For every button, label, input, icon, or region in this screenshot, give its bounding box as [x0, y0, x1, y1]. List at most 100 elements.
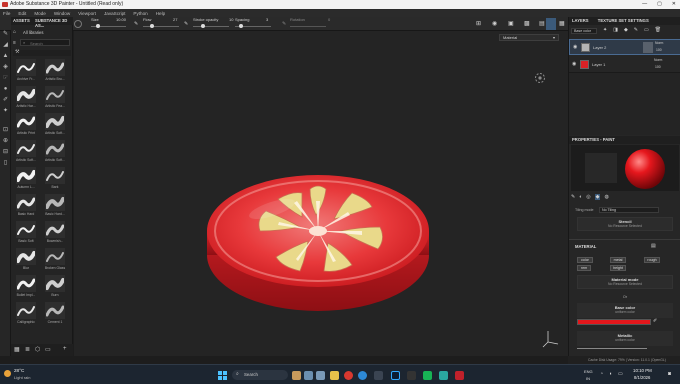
- layer-row-2[interactable]: ◉ Layer 2 Norm 100: [569, 39, 680, 55]
- file-explorer-icon[interactable]: [316, 371, 325, 380]
- stroke-opacity-value[interactable]: 10: [229, 17, 233, 22]
- brush-item[interactable]: Bowmish...: [43, 221, 67, 245]
- add-paint-layer-icon[interactable]: ✎: [634, 27, 638, 33]
- view-mode-icon[interactable]: ▤: [539, 20, 545, 27]
- size-value[interactable]: 10.00: [116, 17, 126, 22]
- visibility-eye-icon[interactable]: ◉: [572, 61, 576, 67]
- rotation-slider[interactable]: [290, 26, 326, 27]
- brush-pen-icon[interactable]: ✎: [134, 21, 138, 27]
- start-windows-icon[interactable]: [218, 371, 227, 380]
- menu-file[interactable]: File: [3, 11, 10, 16]
- size-slider-handle[interactable]: [96, 24, 100, 28]
- camera-icon[interactable]: ◉: [492, 20, 497, 27]
- display-select[interactable]: Material ▾: [499, 34, 559, 41]
- clone-icon[interactable]: ●: [2, 86, 9, 93]
- task-view-icon[interactable]: [304, 371, 313, 380]
- add-icon[interactable]: +: [63, 346, 67, 352]
- symmetry-icon[interactable]: ⊞: [476, 20, 481, 27]
- brush-item[interactable]: Calligraphic: [14, 302, 38, 326]
- battery-icon[interactable]: ▭: [618, 371, 623, 377]
- brush-item[interactable]: Artistic Print: [14, 113, 38, 137]
- paint-mode-button[interactable]: [546, 18, 556, 30]
- region-indicator[interactable]: IN: [586, 376, 590, 381]
- brush-item[interactable]: Autumn L...: [14, 167, 38, 191]
- brush-item[interactable]: Artistic Soft...: [14, 140, 38, 164]
- lazy-mouse-icon[interactable]: ✎: [282, 21, 286, 27]
- folder-app-icon[interactable]: [330, 371, 339, 380]
- taskbar-search[interactable]: ⌕ Search: [232, 370, 288, 380]
- brush-item[interactable]: Basic Hard...: [43, 194, 67, 218]
- brush-item[interactable]: Artistic Har...: [14, 86, 38, 110]
- eraser-icon[interactable]: ◢: [2, 42, 9, 49]
- flow-value[interactable]: 27: [173, 17, 177, 22]
- substance-painter-icon[interactable]: [455, 371, 464, 380]
- export-icon[interactable]: ⊟: [2, 149, 9, 156]
- clock-time[interactable]: 10:10 PM: [633, 368, 652, 373]
- brush-item[interactable]: Burn: [43, 275, 67, 299]
- volume-icon[interactable]: ◖: [609, 371, 612, 377]
- brush-item[interactable]: Bark: [43, 167, 67, 191]
- widget-icon[interactable]: [292, 371, 301, 380]
- base-color-swatch[interactable]: [577, 319, 651, 325]
- app-icon-2[interactable]: [439, 371, 448, 380]
- flow-slider-handle[interactable]: [150, 24, 154, 28]
- flow-slider[interactable]: [143, 26, 179, 27]
- layer-name[interactable]: Layer 2: [593, 45, 606, 50]
- material-options-icon[interactable]: ▤: [651, 243, 656, 249]
- brush-item[interactable]: Artistic Fea...: [43, 86, 67, 110]
- weather-desc[interactable]: Light rain: [14, 375, 30, 380]
- menu-window[interactable]: Window: [54, 11, 70, 16]
- render-icon[interactable]: ▩: [524, 20, 530, 27]
- weather-temp[interactable]: 28°C: [14, 368, 24, 373]
- tab-texture-set-settings[interactable]: TEXTURE SET SETTINGS: [598, 18, 649, 23]
- substance-assets-tab[interactable]: SUBSTANCE 3D AS...: [35, 18, 72, 28]
- brush-item[interactable]: Artistic Bru...: [43, 59, 67, 83]
- stroke-opacity-slider-handle[interactable]: [201, 24, 205, 28]
- stroke-opacity-slider[interactable]: [193, 26, 229, 27]
- brush-item[interactable]: Archive Fr...: [14, 59, 38, 83]
- layer-opacity[interactable]: 100: [656, 48, 662, 52]
- viewport-3d[interactable]: Material ▾: [74, 31, 568, 356]
- delete-layer-icon[interactable]: 🗑: [655, 27, 661, 33]
- eyedropper-icon[interactable]: ✐: [653, 318, 657, 324]
- bake-icon[interactable]: ⊕: [2, 138, 9, 145]
- photoshop-icon[interactable]: [391, 371, 400, 380]
- menu-edit[interactable]: Edit: [18, 11, 26, 16]
- brush-tab-icon[interactable]: ✎: [571, 194, 575, 200]
- metallic-slider[interactable]: [577, 348, 647, 349]
- add-folder-icon[interactable]: ▭: [644, 27, 649, 33]
- close-button[interactable]: ✕: [672, 0, 676, 9]
- layer-opacity[interactable]: 100: [655, 65, 661, 69]
- import-icon[interactable]: ⬡: [35, 346, 40, 353]
- brush-item[interactable]: Bullet Impl...: [14, 275, 38, 299]
- color-picker-icon[interactable]: ✐: [2, 97, 9, 104]
- material-mode-slot[interactable]: Material mode No Resource Selected: [577, 275, 673, 289]
- metal-channel-button[interactable]: metal: [610, 257, 626, 263]
- height-channel-button[interactable]: height: [610, 265, 626, 271]
- tiling-mode-select[interactable]: No Tiling: [599, 207, 659, 213]
- ruler-icon[interactable]: ⊡: [2, 127, 9, 134]
- tool-settings-icon[interactable]: ▦: [559, 20, 565, 27]
- app-icon[interactable]: [407, 371, 416, 380]
- wifi-icon[interactable]: ◔: [600, 371, 603, 377]
- stencil-tab-icon[interactable]: ◎: [586, 194, 590, 200]
- brush-item[interactable]: Basic Soft: [14, 221, 38, 245]
- minimize-button[interactable]: —: [642, 0, 647, 9]
- tab-layers[interactable]: LAYERS: [572, 18, 589, 23]
- layer-row-1[interactable]: ◉ Layer 1 Norm 100: [569, 57, 680, 73]
- brush-item[interactable]: Basic Hard: [14, 194, 38, 218]
- material-picker-icon[interactable]: ✦: [2, 108, 9, 115]
- projection-icon[interactable]: ▲: [2, 53, 9, 60]
- spotify-icon[interactable]: [423, 371, 432, 380]
- brush-item[interactable]: Artistic Soft...: [43, 140, 67, 164]
- brush-item[interactable]: Cement 1: [43, 302, 67, 326]
- layer-name[interactable]: Layer 1: [592, 62, 605, 67]
- visibility-eye-icon[interactable]: ◉: [573, 44, 577, 50]
- maximize-button[interactable]: ▢: [657, 0, 662, 9]
- menu-javascript[interactable]: JavaScript: [104, 11, 125, 16]
- brush-item[interactable]: Broken Glass: [43, 248, 67, 272]
- grid-view-icon[interactable]: ▦: [14, 346, 20, 353]
- add-effect-icon[interactable]: ✦: [603, 27, 607, 33]
- add-mask-icon[interactable]: ◨: [613, 27, 618, 33]
- brush-pen-icon[interactable]: ✎: [184, 21, 188, 27]
